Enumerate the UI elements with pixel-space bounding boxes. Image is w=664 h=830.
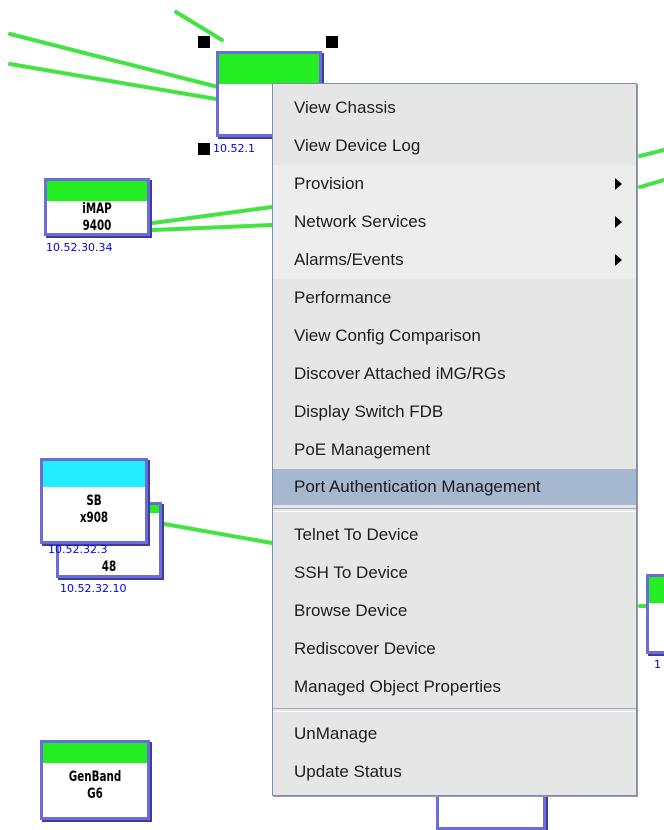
- menu-item-browse-device[interactable]: Browse Device: [273, 592, 636, 630]
- device-label-line: GenBand: [68, 769, 122, 785]
- menu-item-label: Performance: [294, 288, 392, 307]
- device-ip: 10.52.1: [213, 142, 255, 155]
- menu-item-rediscover-device[interactable]: Rediscover Device: [273, 630, 636, 668]
- menu-separator: [273, 508, 636, 512]
- menu-item-poe-management[interactable]: PoE Management: [273, 431, 636, 469]
- menu-item-managed-object-properties[interactable]: Managed Object Properties: [273, 668, 636, 706]
- menu-item-label: Discover Attached iMG/RGs: [294, 364, 506, 383]
- menu-item-label: View Chassis: [294, 98, 396, 117]
- menu-item-label: Alarms/Events: [294, 250, 404, 269]
- menu-item-label: Port Authentication Management: [294, 477, 541, 496]
- menu-item-label: Rediscover Device: [294, 639, 436, 658]
- device-ip: 1: [654, 658, 661, 671]
- submenu-arrow-icon: [615, 178, 622, 190]
- menu-item-label: Managed Object Properties: [294, 677, 501, 696]
- device-status-bar: [47, 181, 147, 201]
- device-status-bar: [43, 461, 145, 487]
- menu-item-label: Display Switch FDB: [294, 402, 444, 421]
- menu-item-view-device-log[interactable]: View Device Log: [273, 127, 636, 165]
- menu-separator: [273, 708, 636, 712]
- menu-item-discover-attached-img-rgs[interactable]: Discover Attached iMG/RGs: [273, 355, 636, 393]
- submenu-arrow-icon: [615, 254, 622, 266]
- menu-item-unmanage[interactable]: UnManage: [273, 715, 636, 753]
- device-label-line: x908: [79, 510, 109, 526]
- device-label-line: G6: [87, 786, 103, 802]
- menu-item-update-status[interactable]: Update Status: [273, 753, 636, 791]
- device-status-bar: [649, 577, 664, 603]
- menu-item-label: Telnet To Device: [294, 525, 419, 544]
- device-node[interactable]: SB x908: [40, 458, 148, 544]
- menu-item-label: Provision: [294, 174, 364, 193]
- device-ip: 10.52.30.34: [46, 241, 113, 254]
- device-label-line: 48: [101, 559, 117, 575]
- menu-item-label: SSH To Device: [294, 563, 409, 582]
- menu-item-ssh-to-device[interactable]: SSH To Device: [273, 554, 636, 592]
- selection-handle[interactable]: [198, 143, 210, 155]
- submenu-arrow-icon: [615, 216, 622, 228]
- menu-item-performance[interactable]: Performance: [273, 279, 636, 317]
- device-node[interactable]: [646, 574, 664, 654]
- menu-item-network-services[interactable]: Network Services: [273, 203, 636, 241]
- device-ip: 10.52.32.3: [48, 543, 108, 556]
- menu-item-display-switch-fdb[interactable]: Display Switch FDB: [273, 393, 636, 431]
- menu-item-view-chassis[interactable]: View Chassis: [273, 89, 636, 127]
- device-label-line: iMAP: [82, 201, 112, 217]
- selection-handle[interactable]: [198, 36, 210, 48]
- menu-item-label: Network Services: [294, 212, 427, 231]
- menu-item-label: Update Status: [294, 762, 402, 781]
- selection-handle[interactable]: [326, 36, 338, 48]
- menu-item-provision[interactable]: Provision: [273, 165, 636, 203]
- menu-item-alarms-events[interactable]: Alarms/Events: [273, 241, 636, 279]
- device-status-bar: [219, 54, 319, 84]
- menu-item-port-authentication-management[interactable]: Port Authentication Management: [273, 469, 636, 505]
- device-node[interactable]: GenBand G6: [40, 740, 150, 820]
- device-label-line: SB: [86, 493, 102, 509]
- menu-item-label: View Config Comparison: [294, 326, 481, 345]
- menu-item-label: PoE Management: [294, 440, 431, 459]
- menu-item-telnet-to-device[interactable]: Telnet To Device: [273, 516, 636, 554]
- device-ip: 10.52.32.10: [60, 582, 127, 595]
- device-node[interactable]: iMAP 9400: [44, 178, 150, 236]
- device-label-line: 9400: [82, 218, 112, 234]
- menu-item-view-config-comparison[interactable]: View Config Comparison: [273, 317, 636, 355]
- menu-item-label: UnManage: [294, 724, 378, 743]
- context-menu: View Chassis View Device Log Provision N…: [272, 83, 637, 796]
- menu-item-label: View Device Log: [294, 136, 421, 155]
- menu-item-label: Browse Device: [294, 601, 408, 620]
- device-status-bar: [43, 743, 147, 763]
